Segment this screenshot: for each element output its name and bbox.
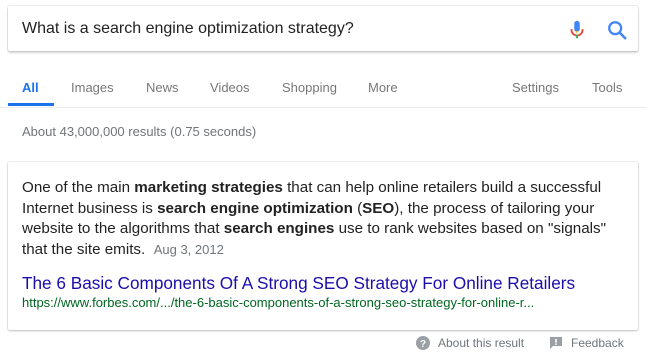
search-tabs: All Images News Videos Shopping More Set… xyxy=(0,52,646,108)
tab-all[interactable]: All xyxy=(22,80,39,95)
about-this-result-label: About this result xyxy=(438,336,525,350)
result-title-link[interactable]: The 6 Basic Components Of A Strong SEO S… xyxy=(22,273,575,294)
help-circle-icon: ? xyxy=(416,336,430,350)
feedback-link[interactable]: Feedback xyxy=(549,336,624,350)
tab-videos[interactable]: Videos xyxy=(210,80,250,95)
tab-news[interactable]: News xyxy=(146,80,179,95)
result-stats: About 43,000,000 results (0.75 seconds) xyxy=(22,124,257,139)
search-input[interactable] xyxy=(22,16,542,42)
tab-images[interactable]: Images xyxy=(71,80,114,95)
about-this-result-link[interactable]: ? About this result xyxy=(416,336,524,350)
feedback-label: Feedback xyxy=(571,336,624,350)
result-url[interactable]: https://www.forbes.com/.../the-6-basic-c… xyxy=(22,295,534,310)
search-icon[interactable] xyxy=(606,19,628,41)
mic-icon[interactable] xyxy=(566,19,588,41)
tab-tools[interactable]: Tools xyxy=(592,80,622,95)
svg-text:?: ? xyxy=(420,339,426,350)
tab-shopping[interactable]: Shopping xyxy=(282,80,337,95)
featured-snippet-card: One of the main marketing strategies tha… xyxy=(8,162,638,330)
tab-more[interactable]: More xyxy=(368,80,398,95)
tab-settings[interactable]: Settings xyxy=(512,80,559,95)
search-results-page: All Images News Videos Shopping More Set… xyxy=(0,0,646,354)
snippet-date: Aug 3, 2012 xyxy=(153,241,224,257)
search-box[interactable] xyxy=(8,6,638,51)
active-tab-indicator xyxy=(8,103,54,106)
feedback-icon xyxy=(550,337,562,349)
snippet-text: One of the main marketing strategies tha… xyxy=(22,179,607,258)
